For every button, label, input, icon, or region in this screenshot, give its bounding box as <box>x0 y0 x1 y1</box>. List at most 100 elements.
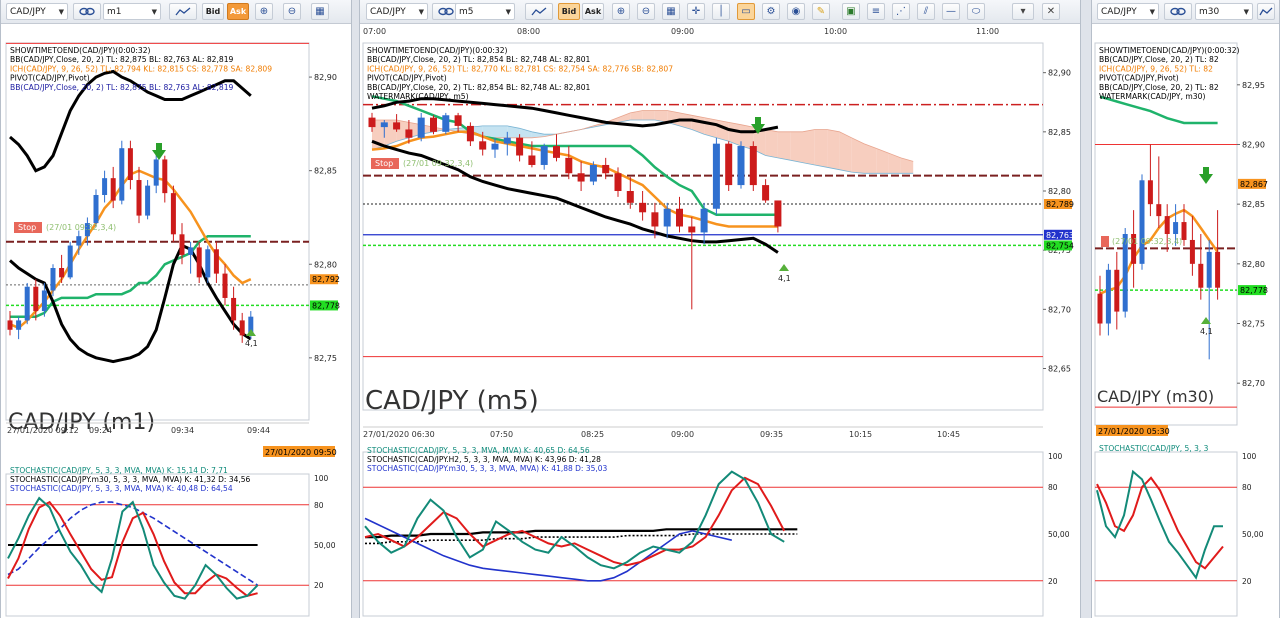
time-axis-label: 10:15 <box>849 430 872 439</box>
fan-button[interactable]: ⋰ <box>892 3 910 20</box>
price-tag-label: 82,754 <box>1046 241 1074 250</box>
candle-body <box>553 146 560 158</box>
delete-drawings-button[interactable]: ▾ <box>1012 3 1034 20</box>
close-chart-button[interactable]: ✕ <box>1042 3 1060 20</box>
candle-body <box>762 185 770 201</box>
top-time-label: 09:00 <box>671 27 694 36</box>
indicator-button[interactable] <box>169 3 197 20</box>
price-axis-label: 82,95 <box>1242 81 1265 90</box>
ichimoku-cloud-segment <box>777 131 791 161</box>
time-axis-label: 09:24 <box>89 426 112 435</box>
candle-body <box>1139 180 1145 264</box>
horizontal-line-button[interactable]: — <box>942 3 960 20</box>
oscillator-axis-label: 80 <box>1048 483 1058 492</box>
candle-body <box>239 320 245 336</box>
globe-button[interactable]: ◉ <box>787 3 805 20</box>
vertical-line-button[interactable]: │ <box>712 3 730 20</box>
chevron-down-icon: ▼ <box>58 7 64 16</box>
candle-body <box>651 212 659 227</box>
candle-body <box>145 185 151 216</box>
ichimoku-cloud-segment <box>765 129 778 158</box>
candle-body <box>565 157 573 174</box>
chart-type-button[interactable] <box>1164 3 1192 20</box>
indicator-legend-line: WATERMARK(CAD/JPY, m5) <box>367 92 469 101</box>
symbol-select-label: CAD/JPY <box>10 6 46 17</box>
symbol-select-label: CAD/JPY <box>1101 6 1137 17</box>
candle-body <box>577 173 585 182</box>
symbol-select[interactable]: CAD/JPY ▼ <box>1097 3 1159 20</box>
indicator-legend-line: SHOWTIMETOEND(CAD/JPY)(0:00:32) <box>367 46 508 55</box>
zoom-in-button[interactable]: ⊕ <box>612 3 630 20</box>
candle-body <box>725 143 733 186</box>
chart-canvas-m30[interactable]: SHOWTIMETOEND(CAD/JPY)(0:00:32)BB(CAD/JP… <box>1092 24 1280 618</box>
bid-button[interactable]: Bid <box>558 3 580 20</box>
timeframe-select[interactable]: m5 ▼ <box>455 3 515 20</box>
grid-icon: ▦ <box>315 6 325 17</box>
price-axis-label: 82,85 <box>1048 128 1071 137</box>
oscillator-axis-label: 20 <box>1242 577 1252 586</box>
chart-canvas-m5[interactable]: SHOWTIMETOEND(CAD/JPY)(0:00:32)BB(CAD/JP… <box>360 24 1082 618</box>
crosshair-button[interactable]: ✛ <box>687 3 705 20</box>
bid-button[interactable]: Bid <box>202 3 224 20</box>
grid-button[interactable]: ▦ <box>311 3 329 20</box>
ask-button[interactable]: Ask <box>582 3 604 20</box>
candle-body <box>1206 251 1212 288</box>
candle-body <box>712 143 720 209</box>
oscillator-axis-label: 100 <box>1048 452 1063 461</box>
chart-window-m30[interactable]: CAD/JPY ▼ m30 ▼ SHOWTIMETOEND(CAD/JPY)(0:0… <box>1091 0 1280 618</box>
line-chart-icon <box>175 7 191 15</box>
channel-button[interactable]: ⫽ <box>917 3 935 20</box>
indicator-legend-line: BB(CAD/JPY,Close, 20, 2) TL: 82,854 BL: … <box>367 83 591 92</box>
fibonacci-button[interactable]: ≡ <box>867 3 885 20</box>
zoom-in-button[interactable]: ⊕ <box>255 3 273 20</box>
time-axis-label: 09:35 <box>760 430 783 439</box>
indicator-button[interactable] <box>525 3 553 20</box>
chart-window-m5[interactable]: CAD/JPY ▼ m5 ▼ Bid Ask ⊕ ⊖ ▦ ✛ │ ▭ ⚙ ◉ ✎ ▣… <box>359 0 1081 618</box>
price-axis-label: 82,80 <box>314 260 337 269</box>
image-button[interactable]: ▣ <box>842 3 860 20</box>
ichimoku-cloud-segment <box>741 124 754 150</box>
chart-toolbar-m30: CAD/JPY ▼ m30 ▼ <box>1092 0 1279 24</box>
candle-body <box>626 191 634 203</box>
crosshair-icon: ✛ <box>691 6 701 17</box>
settings-button[interactable]: ⚙ <box>762 3 780 20</box>
symbol-select[interactable]: CAD/JPY ▼ <box>6 3 68 20</box>
zoom-out-button[interactable]: ⊖ <box>283 3 301 20</box>
candle-body <box>127 148 133 181</box>
candle-body <box>102 178 108 195</box>
candle-body <box>589 164 597 182</box>
chart-canvas-m1[interactable]: SHOWTIMETOEND(CAD/JPY)(0:00:32)BB(CAD/JP… <box>1 24 353 618</box>
chart-type-button[interactable] <box>73 3 101 20</box>
candle-body <box>222 273 228 298</box>
link-icon <box>1170 7 1186 16</box>
ichimoku-cloud-segment <box>827 129 840 170</box>
timeframe-select[interactable]: m30 ▼ <box>1195 3 1253 20</box>
chart-window-m1[interactable]: CAD/JPY ▼ m1 ▼ Bid Ask ⊕ ⊖ ▦ SHOWTIMETOEND… <box>0 0 352 618</box>
link-icon <box>438 7 454 16</box>
signal-value-label: 4,1 <box>778 274 791 283</box>
ellipse-button[interactable]: ⬭ <box>967 3 985 20</box>
zoom-out-button[interactable]: ⊖ <box>637 3 655 20</box>
indicator-button[interactable] <box>1257 3 1275 20</box>
stop-order-box <box>1101 236 1109 247</box>
ask-button[interactable]: Ask <box>227 3 249 20</box>
top-time-label: 11:00 <box>976 27 999 36</box>
timeframe-select[interactable]: m1 ▼ <box>103 3 161 20</box>
candle-body <box>24 286 30 321</box>
symbol-select[interactable]: CAD/JPY ▼ <box>366 3 428 20</box>
candle-body <box>1114 269 1120 312</box>
candle-body <box>16 320 22 330</box>
price-axis-label: 82,70 <box>1242 379 1265 388</box>
oscillator-legend-line: STOCHASTIC(CAD/JPY, 5, 3, 3 <box>1099 444 1209 453</box>
indicator-legend-line: BB(CAD/JPY,Close, 20, 2) TL: 82,854 BL: … <box>367 55 591 64</box>
indicator-legend-line: PIVOT(CAD/JPY,Pivot) <box>1099 74 1179 83</box>
oscillator-axis-label: 20 <box>314 581 324 590</box>
chevron-down-icon: ▼ <box>1149 7 1155 16</box>
cursor-button[interactable]: ▭ <box>737 3 755 20</box>
trendline-button[interactable]: ✎ <box>812 3 830 20</box>
candle-body <box>639 202 647 213</box>
time-axis-label: 09:44 <box>247 426 270 435</box>
time-axis-label: 09:00 <box>671 430 694 439</box>
grid-button[interactable]: ▦ <box>662 3 680 20</box>
channel-icon: ⫽ <box>923 6 929 17</box>
